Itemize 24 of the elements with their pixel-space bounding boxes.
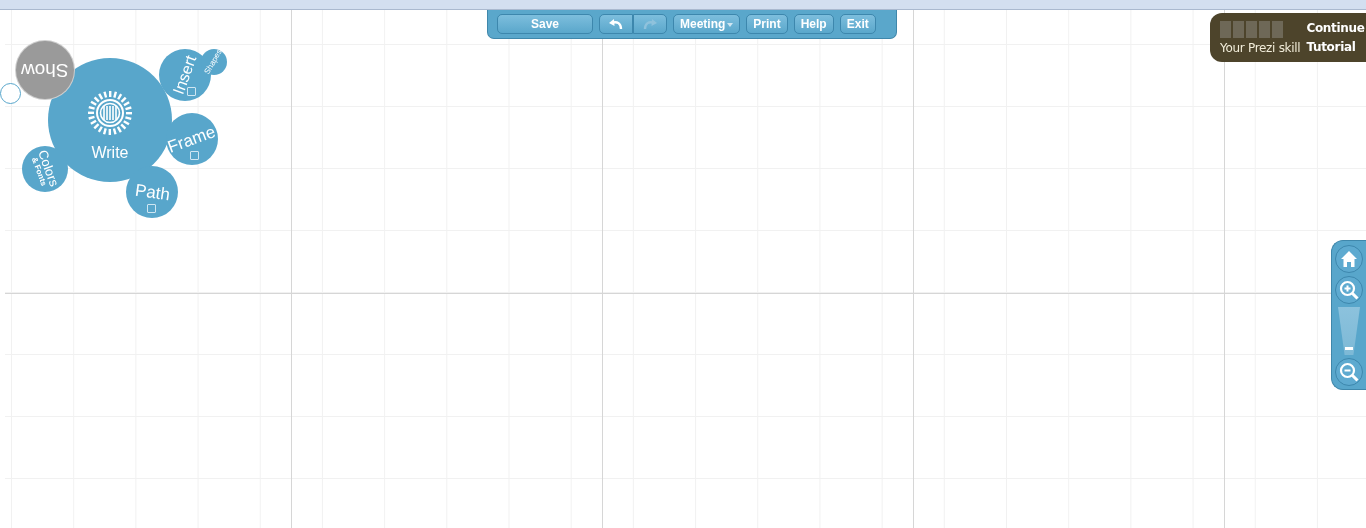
tool-bubble[interactable]: Frame xyxy=(166,113,218,165)
home-icon[interactable] xyxy=(1335,245,1363,273)
undo-arrow-icon xyxy=(608,18,624,30)
tool-bubble[interactable]: Show xyxy=(16,41,74,99)
continue-tutorial-button[interactable]: Continue Tutorial xyxy=(1306,18,1365,57)
undo-button[interactable] xyxy=(599,14,633,34)
shortcut-key-icon xyxy=(186,87,196,96)
toolbar-button[interactable]: Help xyxy=(793,14,834,34)
toolbar-menu-button[interactable]: Meeting xyxy=(673,14,741,34)
tool-bubble[interactable]: Colors & Fonts xyxy=(22,146,68,192)
zoom-in-icon[interactable] xyxy=(1335,276,1363,304)
toolbar-button[interactable]: Save xyxy=(497,14,593,34)
toolbar-button[interactable]: Print xyxy=(746,14,788,34)
shortcut-key-icon xyxy=(189,151,199,160)
skill-meter xyxy=(1220,20,1283,38)
shortcut-key-icon xyxy=(147,204,157,213)
prezi-logo-icon xyxy=(87,90,133,136)
zoom-slider[interactable] xyxy=(1338,307,1360,355)
redo-arrow-icon xyxy=(642,18,658,30)
skill-label: Your Prezi skill xyxy=(1220,40,1301,55)
zoom-out-icon[interactable] xyxy=(1335,358,1363,386)
toolbar-button[interactable]: Exit xyxy=(839,14,876,34)
tool-bubble[interactable]: Path xyxy=(126,166,178,218)
caret-icon xyxy=(727,23,734,27)
